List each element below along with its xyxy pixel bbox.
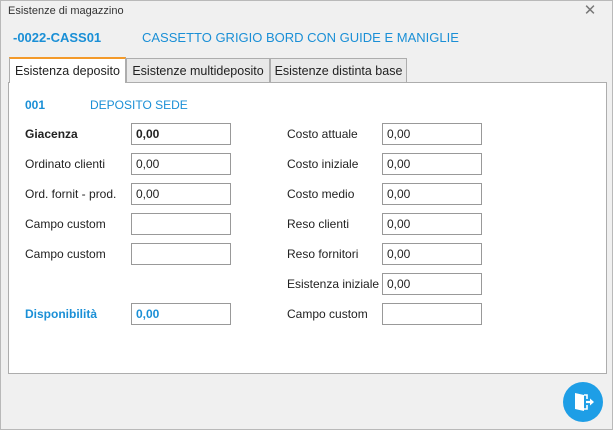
ord-fornit-prod-field[interactable]	[131, 183, 231, 205]
reso-clienti-field[interactable]	[382, 213, 482, 235]
tab-esistenze-multideposito[interactable]: Esistenze multideposito	[126, 58, 270, 82]
giacenza-field[interactable]	[131, 123, 231, 145]
campo-custom-1-label: Campo custom	[25, 217, 106, 231]
esistenza-iniziale-field[interactable]	[382, 273, 482, 295]
costo-iniziale-field[interactable]	[382, 153, 482, 175]
ord-fornit-prod-label: Ord. fornit - prod.	[25, 187, 117, 201]
disponibilita-label: Disponibilità	[25, 307, 97, 321]
reso-fornitori-label: Reso fornitori	[287, 247, 359, 261]
close-icon[interactable]: ✕	[581, 2, 599, 20]
deposit-code: 001	[25, 98, 46, 112]
exit-button[interactable]	[563, 382, 603, 422]
deposit-name: DEPOSITO SEDE	[90, 98, 188, 112]
item-code: -0022-CASS01	[13, 30, 102, 45]
reso-clienti-label: Reso clienti	[287, 217, 350, 231]
window-title: Esistenze di magazzino	[8, 5, 124, 17]
item-description: CASSETTO GRIGIO BORD CON GUIDE E MANIGLI…	[142, 30, 459, 45]
campo-custom-3-label: Campo custom	[287, 307, 368, 321]
campo-custom-2-label: Campo custom	[25, 247, 106, 261]
costo-attuale-label: Costo attuale	[287, 127, 358, 141]
ordinato-clienti-label: Ordinato clienti	[25, 157, 106, 171]
dialog-window: Esistenze di magazzino ✕ -0022-CASS01 CA…	[0, 0, 613, 430]
giacenza-label: Giacenza	[25, 127, 78, 141]
campo-custom-2-field[interactable]	[131, 243, 231, 265]
tab-esistenza-deposito[interactable]: Esistenza deposito	[9, 57, 126, 83]
costo-iniziale-label: Costo iniziale	[287, 157, 359, 171]
exit-door-icon	[575, 393, 594, 411]
tab-esistenze-distinta-base[interactable]: Esistenze distinta base	[270, 58, 407, 82]
title-bar: Esistenze di magazzino ✕	[1, 1, 612, 23]
reso-fornitori-field[interactable]	[382, 243, 482, 265]
costo-attuale-field[interactable]	[382, 123, 482, 145]
disponibilita-field[interactable]	[131, 303, 231, 325]
ordinato-clienti-field[interactable]	[131, 153, 231, 175]
costo-medio-field[interactable]	[382, 183, 482, 205]
campo-custom-3-field[interactable]	[382, 303, 482, 325]
esistenza-iniziale-label: Esistenza iniziale	[287, 277, 380, 291]
costo-medio-label: Costo medio	[287, 187, 355, 201]
campo-custom-1-field[interactable]	[131, 213, 231, 235]
